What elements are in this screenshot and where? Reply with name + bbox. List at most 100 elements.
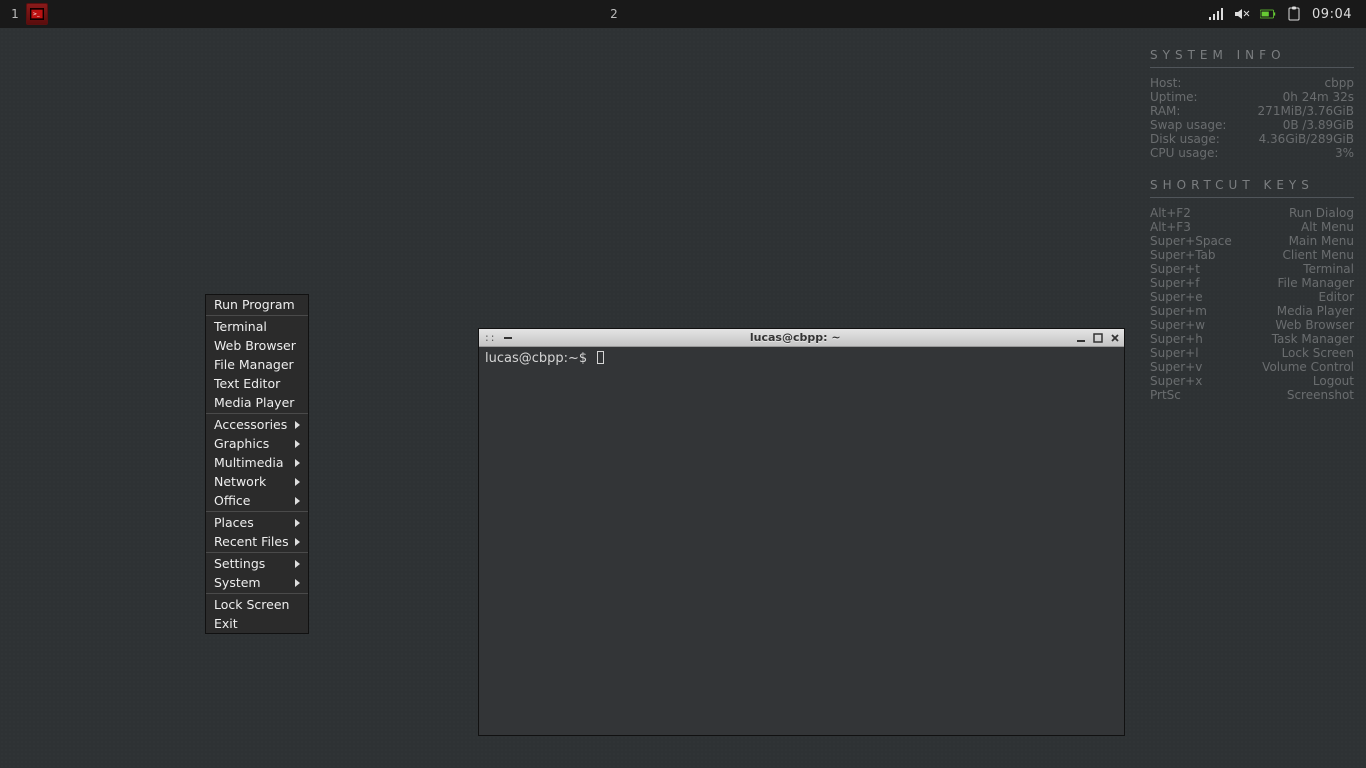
info-key: PrtSc [1150,388,1181,402]
info-key: Host: [1150,76,1181,90]
shortcut-row: Super+lLock Screen [1150,346,1354,360]
menu-item-graphics[interactable]: Graphics [206,434,308,453]
shortcut-row: Super+w Web Browser [1150,318,1354,332]
terminal-window: :: lucas@cbpp: ~ lucas@cbpp:~$ [478,328,1125,736]
info-value: Media Player [1277,304,1354,318]
menu-item-label: Run Program [214,295,295,314]
menu-item-file-manager[interactable]: File Manager [206,355,308,374]
system-tray: 09:04 [1208,6,1366,22]
shortcut-row: Alt+F2 Run Dialog [1150,206,1354,220]
menu-item-label: Recent Files [214,532,289,551]
menu-item-label: Places [214,513,254,532]
maximize-button[interactable] [1090,330,1105,345]
workspace-2[interactable]: 2 [607,0,621,28]
info-value: Volume Control [1262,360,1354,374]
menu-item-label: Terminal [214,317,267,336]
info-key: Super+w [1150,318,1205,332]
system-info-row: Host: cbpp [1150,76,1354,90]
menu-item-label: Settings [214,554,265,573]
system-info-row: Swap usage:0B /3.89GiB [1150,118,1354,132]
menu-item-web-browser[interactable]: Web Browser [206,336,308,355]
system-info-row: Disk usage: 4.36GiB/289GiB [1150,132,1354,146]
system-info-row: RAM: 271MiB/3.76GiB [1150,104,1354,118]
menu-item-terminal[interactable]: Terminal [206,317,308,336]
battery-icon[interactable] [1260,6,1276,22]
shade-button[interactable] [500,330,515,345]
menu-item-network[interactable]: Network [206,472,308,491]
menu-item-label: Multimedia [214,453,284,472]
info-value: Editor [1318,290,1354,304]
menu-item-lock-screen[interactable]: Lock Screen [206,595,308,614]
shortcut-row: Super+v Volume Control [1150,360,1354,374]
taskbar-item-terminal[interactable]: >_ [26,3,48,25]
taskbar: 1 >_ 2 09:04 [0,0,1366,28]
menu-item-label: Media Player [214,393,294,412]
menu-item-recent-files[interactable]: Recent Files [206,532,308,551]
info-key: Super+l [1150,346,1199,360]
shortcut-row: Super+x Logout [1150,374,1354,388]
info-value: 0B /3.89GiB [1283,118,1354,132]
info-value: Task Manager [1272,332,1354,346]
menu-item-label: Lock Screen [214,595,289,614]
close-button[interactable] [1107,330,1122,345]
info-value: 271MiB/3.76GiB [1258,104,1354,118]
info-key: Super+x [1150,374,1202,388]
menu-item-label: Office [214,491,251,510]
info-value: Run Dialog [1289,206,1354,220]
info-key: Alt+F3 [1150,220,1191,234]
menu-item-office[interactable]: Office [206,491,308,510]
clock[interactable]: 09:04 [1312,7,1352,22]
menu-item-places[interactable]: Places [206,513,308,532]
menu-item-media-player[interactable]: Media Player [206,393,308,412]
info-value: Logout [1313,374,1354,388]
info-key: Super+m [1150,304,1207,318]
root-context-menu: Run Program TerminalWeb BrowserFile Manag… [205,294,309,634]
info-value: Web Browser [1275,318,1354,332]
menu-item-accessories[interactable]: Accessories [206,415,308,434]
terminal-icon: >_ [30,8,44,20]
shortcut-row: Super+fFile Manager [1150,276,1354,290]
info-key: Super+v [1150,360,1202,374]
info-value: 3% [1335,146,1354,160]
volume-muted-icon[interactable] [1234,6,1250,22]
shortcut-row: Super+tTerminal [1150,262,1354,276]
info-value: 4.36GiB/289GiB [1259,132,1354,146]
info-key: Disk usage: [1150,132,1220,146]
info-key: CPU usage: [1150,146,1218,160]
system-info-overlay: SYSTEM INFO Host: cbppUptime:0h 24m 32sRA… [1150,48,1354,402]
network-signal-icon[interactable] [1208,6,1224,22]
info-key: Super+Space [1150,234,1232,248]
menu-item-system[interactable]: System [206,573,308,592]
menu-item-label: Web Browser [214,336,296,355]
system-info-row: Uptime:0h 24m 32s [1150,90,1354,104]
info-value: Client Menu [1282,248,1354,262]
terminal-body[interactable]: lucas@cbpp:~$ [479,347,1124,735]
shortcut-row: Alt+F3 Alt Menu [1150,220,1354,234]
terminal-titlebar[interactable]: :: lucas@cbpp: ~ [479,329,1124,347]
menu-item-label: Accessories [214,415,287,434]
menu-item-text-editor[interactable]: Text Editor [206,374,308,393]
info-key: Alt+F2 [1150,206,1191,220]
shortcut-keys-heading: SHORTCUT KEYS [1150,178,1354,198]
menu-item-exit[interactable]: Exit [206,614,308,633]
menu-item-multimedia[interactable]: Multimedia [206,453,308,472]
shortcut-row: Super+eEditor [1150,290,1354,304]
info-key: Super+h [1150,332,1203,346]
menu-item-run-program[interactable]: Run Program [206,295,308,314]
menu-item-label: Exit [214,614,238,633]
info-value: Terminal [1303,262,1354,276]
minimize-button[interactable] [1073,330,1088,345]
workspace-1[interactable]: 1 [0,0,22,28]
system-info-row: CPU usage: 3% [1150,146,1354,160]
info-key: RAM: [1150,104,1180,118]
terminal-cursor [597,351,604,364]
info-value: Alt Menu [1301,220,1354,234]
info-value: 0h 24m 32s [1283,90,1354,104]
clipboard-icon[interactable] [1286,6,1302,22]
system-info-heading: SYSTEM INFO [1150,48,1354,68]
menu-item-settings[interactable]: Settings [206,554,308,573]
info-value: cbpp [1325,76,1354,90]
shortcut-row: Super+m Media Player [1150,304,1354,318]
shortcut-row: Super+TabClient Menu [1150,248,1354,262]
menu-item-label: Graphics [214,434,269,453]
